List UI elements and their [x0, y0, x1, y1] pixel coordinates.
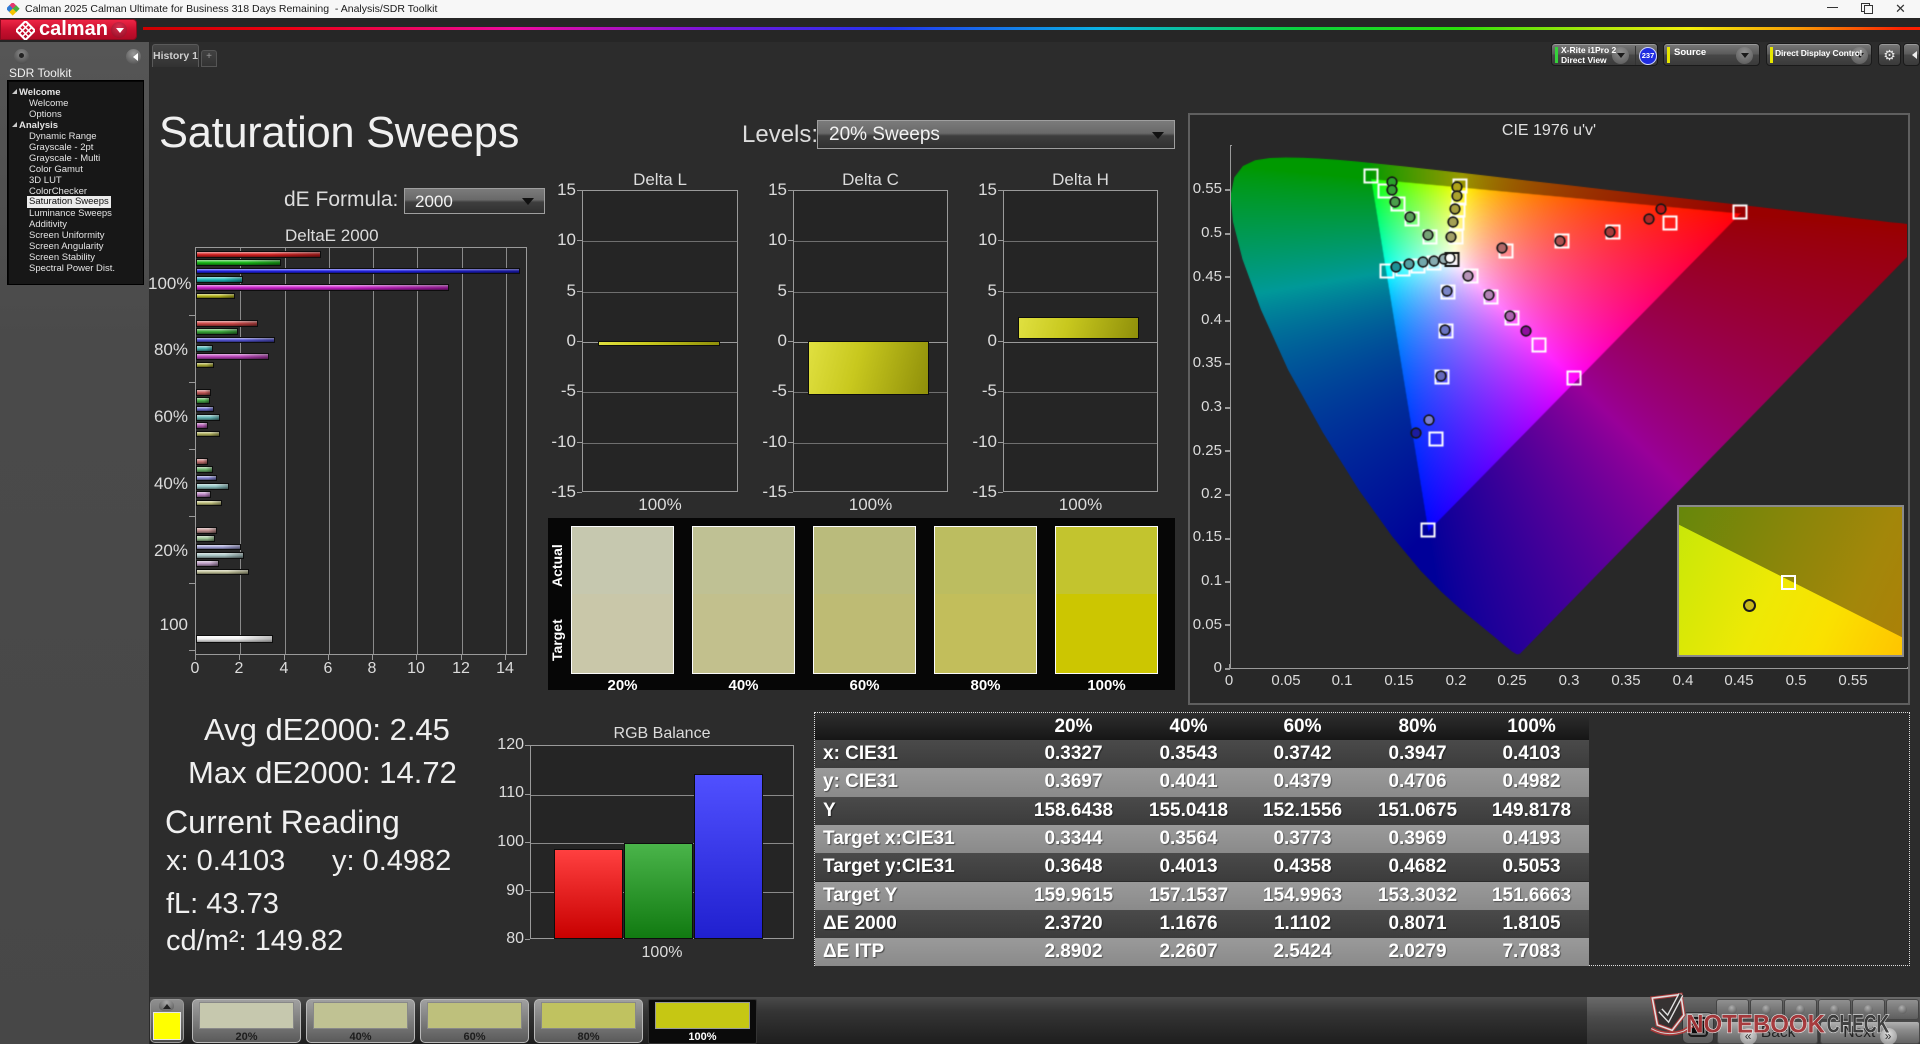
- svg-text:CHECK: CHECK: [1827, 1010, 1889, 1038]
- svg-text:NOTEBOOK: NOTEBOOK: [1686, 1010, 1825, 1038]
